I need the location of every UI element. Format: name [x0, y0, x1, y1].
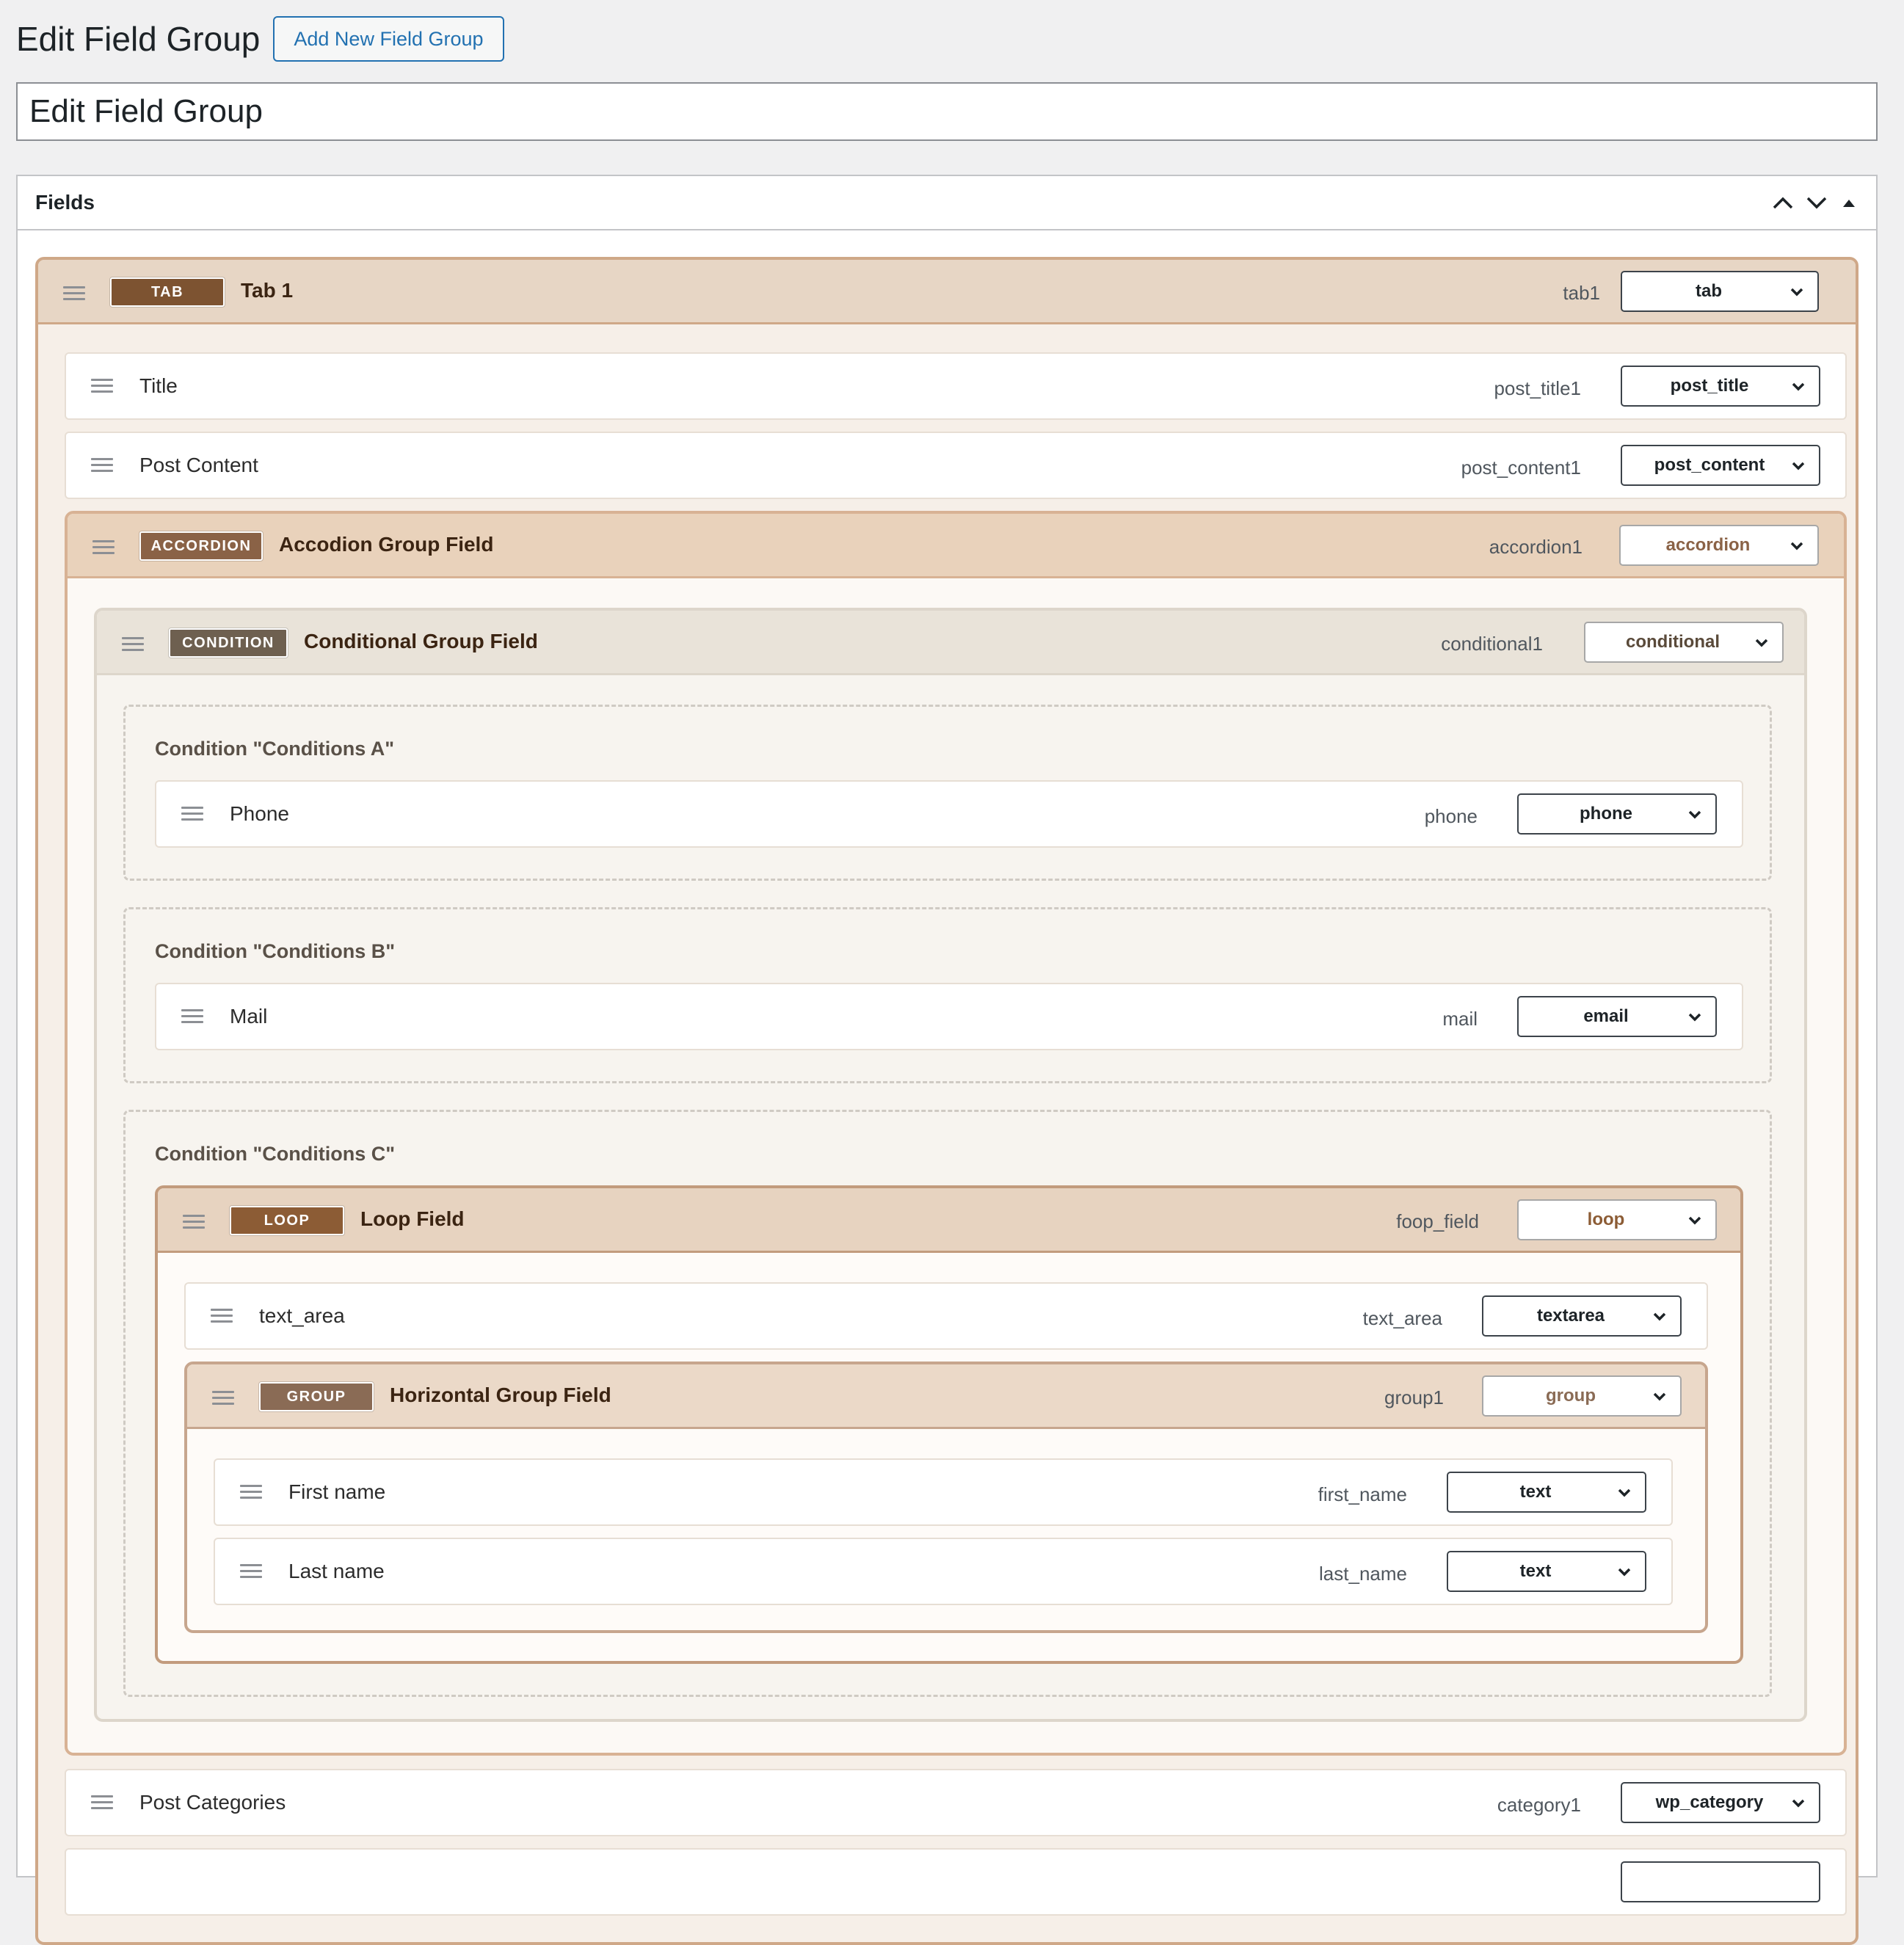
field-label: Tab 1: [241, 279, 294, 302]
field-key: group1: [1384, 1386, 1444, 1408]
field-label: First name: [288, 1480, 386, 1503]
field-type-select[interactable]: phone: [1517, 793, 1717, 835]
drag-handle-icon[interactable]: [122, 637, 144, 652]
conditional-field-header[interactable]: CONDITION Conditional Group Field condit…: [97, 611, 1804, 675]
group-field-header[interactable]: GROUP Horizontal Group Field group1 grou…: [187, 1364, 1705, 1429]
field-key: accordion1: [1489, 536, 1583, 558]
field-key: first_name: [1318, 1483, 1407, 1505]
field-label: Mail: [230, 1005, 268, 1028]
field-key: tab1: [1563, 282, 1600, 304]
field-row-next[interactable]: [65, 1848, 1847, 1916]
panel-title: Fields: [35, 191, 95, 214]
tab-field-block: TAB Tab 1 tab1 tab Title post_title1 pos…: [35, 257, 1858, 1945]
field-label: Horizontal Group Field: [390, 1384, 611, 1406]
field-key: foop_field: [1396, 1210, 1479, 1232]
field-key: conditional1: [1441, 633, 1543, 655]
field-type-select[interactable]: accordion: [1619, 525, 1819, 566]
group-field-block: GROUP Horizontal Group Field group1 grou…: [184, 1362, 1708, 1633]
field-label: Post Content: [139, 454, 258, 476]
fields-panel: Fields TAB Tab 1 tab1 tab Title post_tit…: [16, 175, 1878, 1945]
field-type-select[interactable]: conditional: [1584, 622, 1784, 663]
conditional-field-block: CONDITION Conditional Group Field condit…: [94, 608, 1807, 1722]
field-label: Phone: [230, 802, 289, 825]
field-row-phone[interactable]: Phone phone phone: [155, 780, 1743, 848]
field-type-select[interactable]: post_content: [1621, 445, 1820, 486]
group-badge: GROUP: [258, 1381, 374, 1412]
condition-a-section: Condition "Conditions A" Phone phone pho…: [123, 705, 1772, 881]
drag-handle-icon[interactable]: [211, 1309, 233, 1323]
drag-handle-icon[interactable]: [212, 1391, 234, 1406]
drag-handle-icon[interactable]: [183, 1215, 205, 1229]
field-key: text_area: [1362, 1307, 1442, 1329]
condition-badge: CONDITION: [168, 628, 288, 658]
loop-field-block: LOOP Loop Field foop_field loop text_are: [155, 1185, 1743, 1664]
accordion-badge: ACCORDION: [139, 531, 264, 561]
field-label: Accodion Group Field: [279, 533, 494, 556]
tab-badge: TAB: [109, 277, 225, 308]
field-type-select[interactable]: [1621, 1861, 1820, 1902]
field-key: mail: [1442, 1008, 1478, 1030]
drag-handle-icon[interactable]: [181, 1009, 203, 1024]
field-group-title-input[interactable]: Edit Field Group: [16, 82, 1878, 141]
field-label: Conditional Group Field: [304, 630, 538, 652]
field-type-select[interactable]: textarea: [1482, 1295, 1682, 1337]
condition-title: Condition "Conditions B": [155, 940, 396, 962]
field-type-select[interactable]: loop: [1517, 1199, 1717, 1240]
condition-title: Condition "Conditions A": [155, 738, 395, 760]
condition-c-section: Condition "Conditions C" LOOP Loop Field…: [123, 1110, 1772, 1697]
field-key: last_name: [1319, 1563, 1407, 1585]
drag-handle-icon[interactable]: [181, 807, 203, 821]
loop-badge: LOOP: [229, 1205, 345, 1236]
field-type-select[interactable]: text: [1447, 1551, 1646, 1592]
field-label: text_area: [259, 1304, 345, 1327]
drag-handle-icon[interactable]: [63, 286, 85, 301]
drag-handle-icon[interactable]: [91, 379, 113, 393]
add-new-field-group-button[interactable]: Add New Field Group: [273, 16, 504, 62]
field-key: phone: [1424, 805, 1478, 827]
chevron-up-icon[interactable]: [1772, 195, 1794, 210]
field-key: category1: [1497, 1794, 1581, 1816]
drag-handle-icon[interactable]: [91, 1795, 113, 1810]
page-title: Edit Field Group: [16, 20, 261, 58]
field-row-post-categories[interactable]: Post Categories category1 wp_category: [65, 1769, 1847, 1836]
field-type-select[interactable]: wp_category: [1621, 1782, 1820, 1823]
drag-handle-icon[interactable]: [92, 540, 115, 555]
field-row-post-content[interactable]: Post Content post_content1 post_content: [65, 432, 1847, 499]
field-label: Loop Field: [360, 1207, 465, 1230]
field-type-select[interactable]: tab: [1621, 271, 1819, 312]
condition-b-section: Condition "Conditions B" Mail mail email: [123, 907, 1772, 1083]
field-row-mail[interactable]: Mail mail email: [155, 983, 1743, 1050]
field-key: post_content1: [1461, 457, 1581, 479]
field-type-select[interactable]: text: [1447, 1472, 1646, 1513]
field-label: Title: [139, 374, 178, 397]
field-type-select[interactable]: group: [1482, 1375, 1682, 1417]
page-header: Edit Field Group Add New Field Group: [16, 13, 504, 65]
field-row-last-name[interactable]: Last name last_name text: [214, 1538, 1673, 1605]
field-label: Post Categories: [139, 1791, 286, 1814]
condition-title: Condition "Conditions C": [155, 1143, 396, 1165]
drag-handle-icon[interactable]: [91, 458, 113, 473]
accordion-field-header[interactable]: ACCORDION Accodion Group Field accordion…: [68, 514, 1844, 578]
tab-field-header[interactable]: TAB Tab 1 tab1 tab: [38, 260, 1856, 324]
panel-header: Fields: [18, 176, 1876, 230]
triangle-up-icon[interactable]: [1839, 196, 1858, 209]
field-label: Last name: [288, 1560, 385, 1582]
drag-handle-icon[interactable]: [240, 1564, 262, 1579]
field-key: post_title1: [1494, 377, 1581, 399]
field-row-text-area[interactable]: text_area text_area textarea: [184, 1282, 1708, 1350]
field-type-select[interactable]: post_title: [1621, 366, 1820, 407]
field-row-title[interactable]: Title post_title1 post_title: [65, 352, 1847, 420]
field-type-select[interactable]: email: [1517, 996, 1717, 1037]
accordion-field-block: ACCORDION Accodion Group Field accordion…: [65, 511, 1847, 1756]
chevron-down-icon[interactable]: [1806, 195, 1828, 210]
field-row-first-name[interactable]: First name first_name text: [214, 1458, 1673, 1526]
drag-handle-icon[interactable]: [240, 1485, 262, 1499]
loop-field-header[interactable]: LOOP Loop Field foop_field loop: [158, 1188, 1740, 1253]
